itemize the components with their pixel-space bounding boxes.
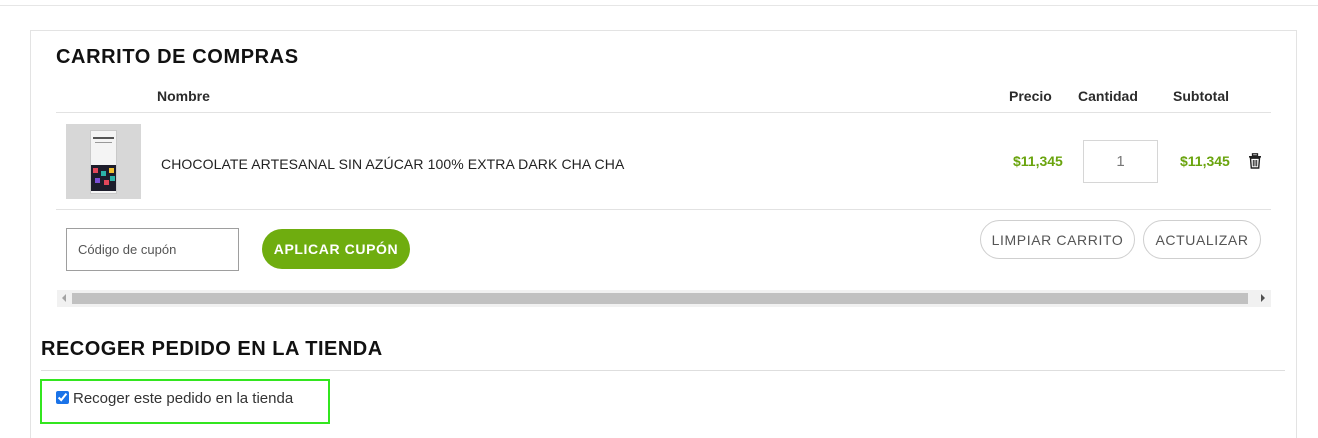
product-subtotal: $11,345 [1180, 153, 1230, 169]
pickup-section-title: RECOGER PEDIDO EN LA TIENDA [41, 338, 383, 360]
coupon-input[interactable] [66, 228, 239, 271]
pickup-divider [41, 370, 1285, 371]
scroll-right-arrow-icon[interactable] [1261, 294, 1265, 302]
column-header-quantity: Cantidad [1078, 88, 1138, 104]
apply-coupon-button[interactable]: APLICAR CUPÓN [262, 229, 410, 269]
quantity-input[interactable] [1083, 140, 1158, 183]
column-header-name: Nombre [157, 88, 210, 104]
item-divider [56, 209, 1271, 210]
cart-title: CARRITO DE COMPRAS [56, 46, 299, 68]
trash-icon[interactable] [1248, 153, 1262, 169]
clear-cart-button[interactable]: LIMPIAR CARRITO [980, 220, 1135, 259]
scroll-left-arrow-icon[interactable] [62, 294, 66, 302]
product-thumbnail[interactable] [66, 124, 141, 199]
scrollbar-thumb[interactable] [72, 293, 1248, 304]
product-price: $11,345 [1013, 153, 1063, 169]
pickup-checkbox[interactable] [56, 391, 69, 404]
header-divider [56, 112, 1271, 113]
column-header-price: Precio [1009, 88, 1052, 104]
top-divider [0, 5, 1318, 6]
pickup-checkbox-label[interactable]: Recoger este pedido en la tienda [73, 390, 293, 407]
column-header-subtotal: Subtotal [1173, 88, 1229, 104]
product-package-image [90, 130, 117, 194]
update-cart-button[interactable]: ACTUALIZAR [1143, 220, 1261, 259]
product-name[interactable]: CHOCOLATE ARTESANAL SIN AZÚCAR 100% EXTR… [161, 156, 624, 172]
horizontal-scrollbar[interactable] [57, 290, 1271, 307]
